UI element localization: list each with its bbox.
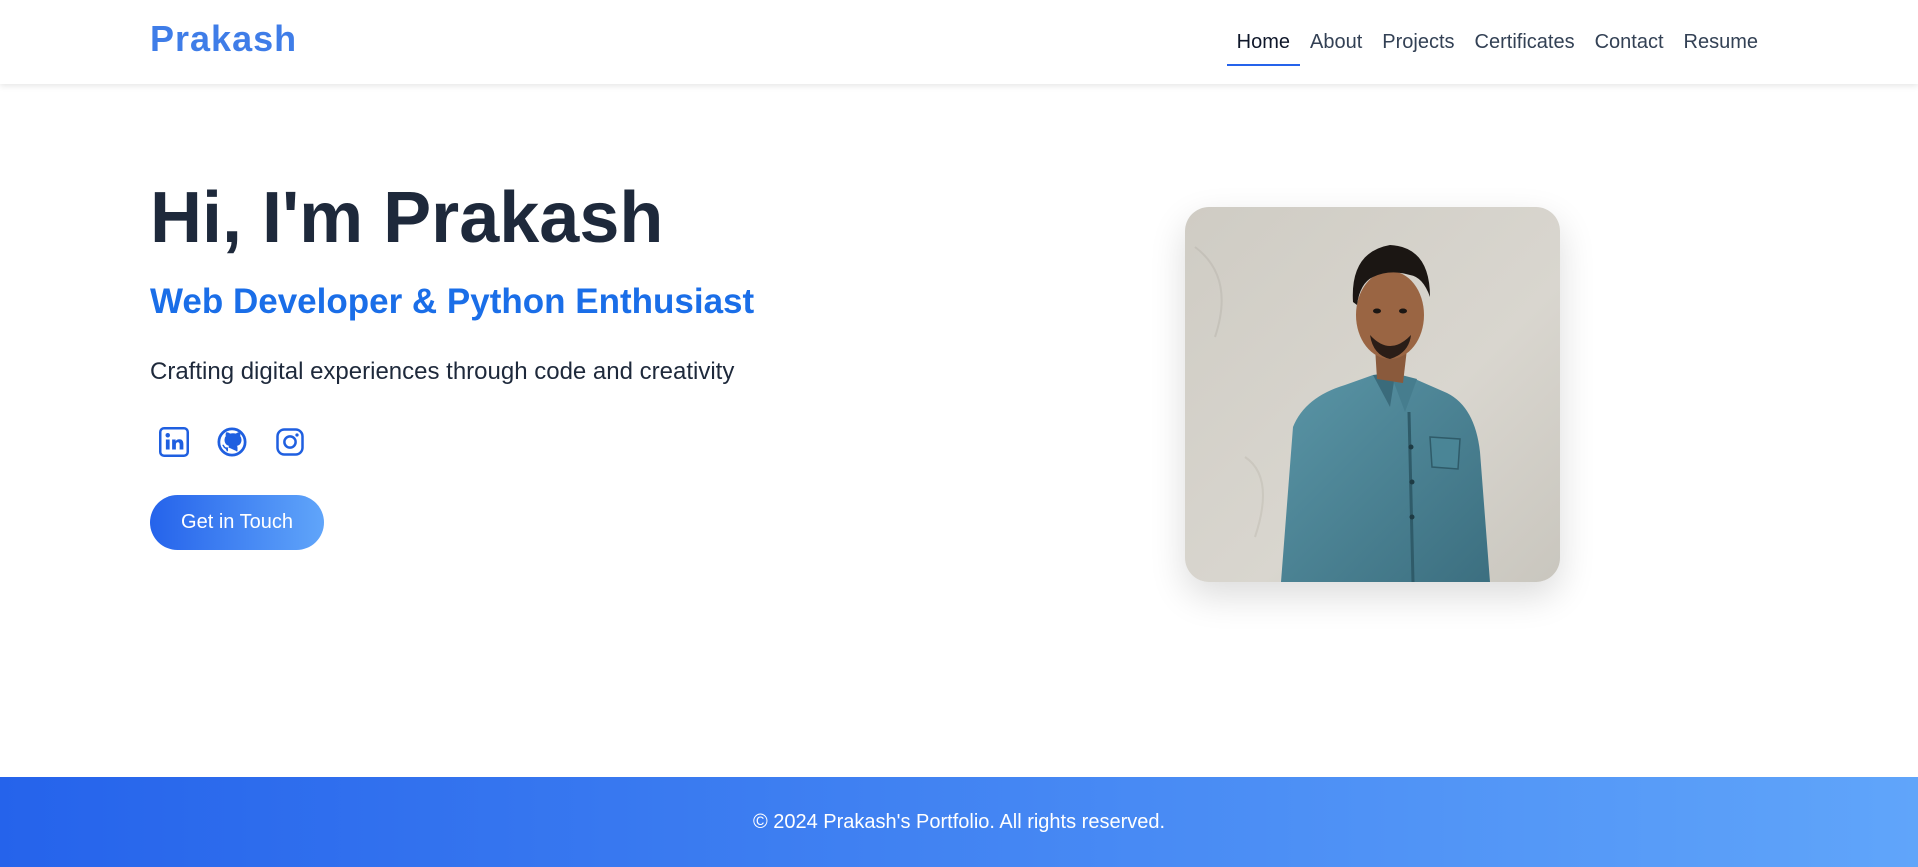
instagram-link[interactable] [266,418,314,466]
nav-link-home[interactable]: Home [1226,19,1301,66]
hero-subtitle: Web Developer & Python Enthusiast [150,282,755,321]
github-link[interactable] [208,418,256,466]
profile-photo [1185,207,1560,582]
get-in-touch-button[interactable]: Get in Touch [150,495,324,550]
nav-link-contact[interactable]: Contact [1585,19,1674,66]
profile-photo-graphic [1185,207,1560,582]
linkedin-icon [159,427,189,457]
footer: © 2024 Prakash's Portfolio. All rights r… [0,777,1918,867]
social-links [150,418,314,466]
nav-menu: Home About Projects Certificates Contact… [1226,0,1768,84]
hero-title: Hi, I'm Prakash [150,178,664,258]
instagram-icon [276,428,304,456]
nav-link-resume[interactable]: Resume [1674,19,1768,66]
github-icon [217,427,247,457]
navbar: Prakash Home About Projects Certificates… [0,0,1918,84]
brand-logo[interactable]: Prakash [150,18,297,60]
linkedin-link[interactable] [150,418,198,466]
nav-link-certificates[interactable]: Certificates [1465,19,1585,66]
nav-link-about[interactable]: About [1300,19,1372,66]
footer-copyright: © 2024 Prakash's Portfolio. All rights r… [752,810,1166,833]
hero-tagline: Crafting digital experiences through cod… [150,358,735,385]
nav-link-projects[interactable]: Projects [1372,19,1464,66]
